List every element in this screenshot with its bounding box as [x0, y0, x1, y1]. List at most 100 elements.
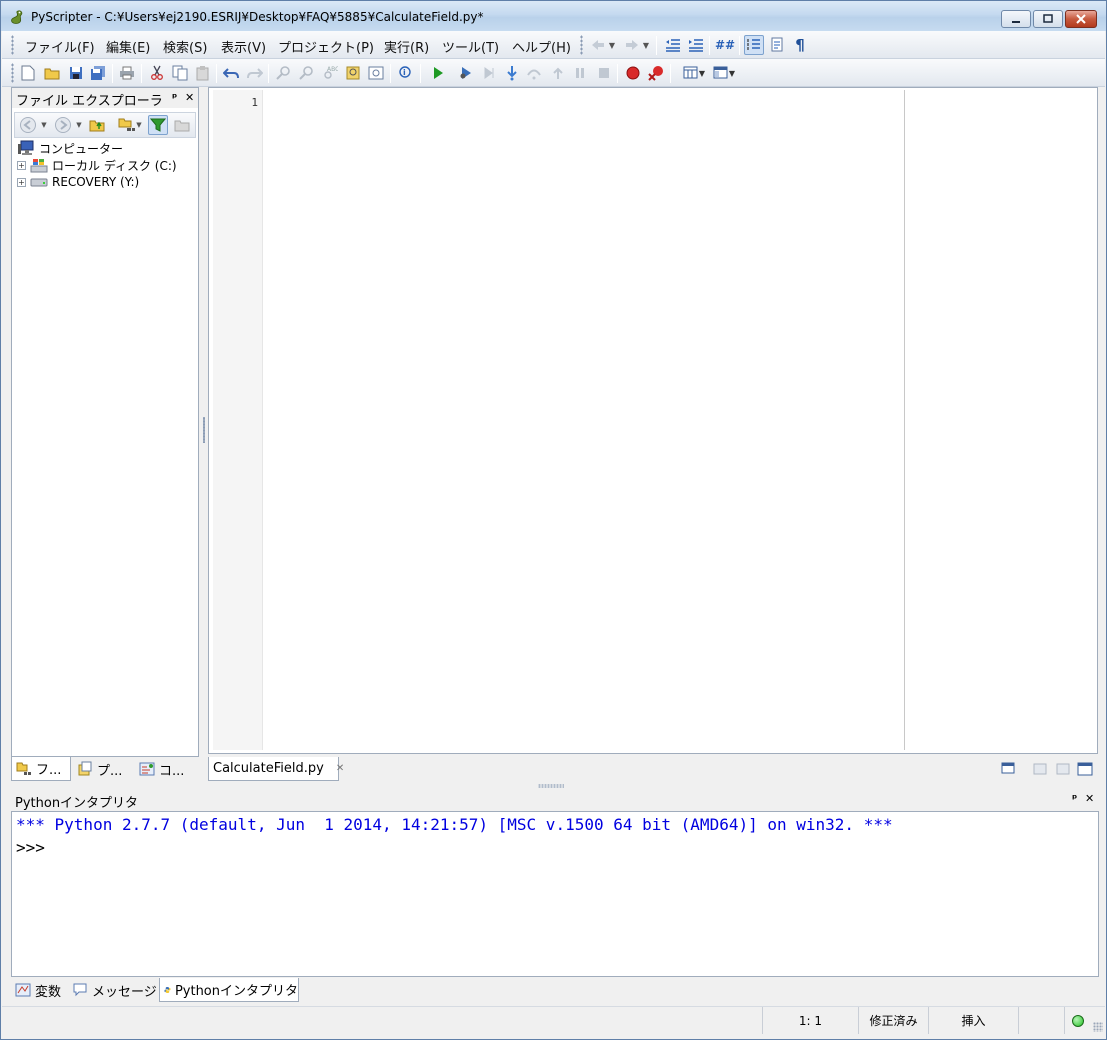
step-into-button[interactable] [502, 63, 522, 83]
menu-view[interactable]: 表示(V) [221, 37, 266, 56]
expand-icon[interactable]: + [17, 160, 26, 170]
chevron-down-icon[interactable]: ▼ [727, 63, 737, 83]
horizontal-splitter[interactable] [538, 784, 564, 788]
run-to-cursor-button[interactable] [480, 63, 500, 83]
pin-icon[interactable]: ᵖ [1072, 792, 1077, 805]
comment-toggle-button[interactable]: ## [715, 35, 735, 55]
tab-variables[interactable]: 変数 [11, 978, 67, 1002]
play-icon [434, 67, 443, 79]
undo-icon [223, 68, 239, 79]
python-syntax-check-button[interactable]: i [396, 63, 416, 83]
variables-icon [15, 983, 31, 997]
chevron-down-icon[interactable]: ▼ [640, 35, 652, 55]
tab-nav-right-button[interactable] [1053, 759, 1073, 779]
toolbar-grip[interactable] [11, 63, 14, 83]
document-wrap-icon [771, 37, 783, 52]
paste-button[interactable] [193, 63, 213, 83]
interpreter-console[interactable]: *** Python 2.7.7 (default, Jun 1 2014, 1… [11, 811, 1099, 977]
menu-project[interactable]: プロジェクト(P) [278, 37, 374, 56]
undo-button[interactable] [221, 63, 241, 83]
tab-python-interpreter[interactable]: Pythonインタプリタ [159, 978, 299, 1002]
tree-node-recovery[interactable]: + RECOVERY (Y:) [17, 173, 139, 191]
find-button[interactable] [274, 63, 294, 83]
file-explorer-tab-icon [16, 762, 31, 775]
forward-button[interactable] [622, 35, 642, 55]
tab-file-explorer[interactable]: フ... [11, 757, 71, 781]
tree-node-local-disk[interactable]: + ローカル ディスク (C:) [17, 156, 177, 174]
save-all-button[interactable] [88, 63, 108, 83]
close-editor-button[interactable] [1075, 759, 1095, 779]
menu-search[interactable]: 検索(S) [163, 37, 207, 56]
unindent-button[interactable] [663, 35, 683, 55]
close-window-button[interactable] [1065, 10, 1097, 28]
stop-button[interactable] [594, 63, 614, 83]
tab-nav-right-icon [1056, 763, 1070, 775]
menu-edit[interactable]: 編集(E) [106, 37, 150, 56]
step-out-button[interactable] [548, 63, 568, 83]
minimize-button[interactable] [1001, 10, 1031, 28]
chevron-down-icon[interactable]: ▼ [606, 35, 618, 55]
menu-file[interactable]: ファイル(F) [25, 37, 95, 56]
toggle-breakpoint-button[interactable] [623, 63, 643, 83]
close-panel-icon[interactable]: ✕ [1085, 792, 1094, 805]
find-in-files-button[interactable] [343, 63, 363, 83]
maximize-button[interactable] [1033, 10, 1063, 28]
close-tab-icon[interactable]: ✕ [336, 763, 344, 774]
tree-node-computer[interactable]: コンピューター [17, 139, 123, 157]
menu-help[interactable]: ヘルプ(H) [512, 37, 571, 56]
chevron-down-icon[interactable]: ▼ [697, 63, 707, 83]
tab-project-explorer[interactable]: プ... [73, 757, 133, 781]
pin-icon[interactable]: ᵖ [172, 91, 177, 104]
replace-button[interactable]: ABC [320, 63, 340, 83]
resize-grip[interactable] [1093, 1022, 1103, 1032]
arrow-right-icon [626, 40, 638, 50]
pause-button[interactable] [570, 63, 590, 83]
chevron-down-icon[interactable]: ▼ [134, 115, 144, 135]
file-explorer-header: ファイル エクスプローラ ᵖ ✕ [12, 88, 198, 109]
tab-messages[interactable]: メッセージ [68, 978, 158, 1002]
save-button[interactable] [66, 63, 86, 83]
insert-mode-status[interactable]: 挿入 [928, 1007, 1018, 1034]
vertical-splitter[interactable] [201, 87, 207, 757]
svg-text:i: i [403, 68, 406, 77]
explorer-forward-button[interactable] [53, 115, 73, 135]
explorer-up-button[interactable] [87, 115, 107, 135]
find-next-button[interactable] [297, 63, 317, 83]
menu-tools[interactable]: ツール(T) [442, 37, 499, 56]
new-file-button[interactable] [18, 63, 38, 83]
redo-button[interactable] [245, 63, 265, 83]
debug-button[interactable] [456, 63, 476, 83]
copy-button[interactable] [170, 63, 190, 83]
bottom-dock-tabs: 変数 メッセージ Pythonインタプリタ [11, 978, 411, 1002]
chevron-down-icon[interactable]: ▼ [74, 115, 84, 135]
tab-code-explorer[interactable]: コ... [135, 757, 195, 781]
tab-nav-left-button[interactable] [1030, 759, 1050, 779]
indent-button[interactable] [686, 35, 706, 55]
goto-line-button[interactable] [366, 63, 386, 83]
code-editor[interactable]: 1 [208, 87, 1098, 754]
menu-run[interactable]: 実行(R) [384, 37, 429, 56]
tab-editor-file[interactable]: CalculateField.py ✕ [208, 757, 344, 781]
step-over-button[interactable] [524, 63, 544, 83]
explorer-back-button[interactable] [18, 115, 38, 135]
filter-button[interactable] [148, 115, 168, 135]
run-button[interactable] [428, 63, 448, 83]
new-folder-button[interactable] [172, 115, 192, 135]
clear-breakpoints-button[interactable] [646, 63, 666, 83]
back-button[interactable] [588, 35, 608, 55]
document-list-button[interactable] [1000, 759, 1020, 779]
word-wrap-toggle[interactable] [768, 35, 788, 55]
line-numbers-toggle[interactable] [744, 35, 764, 55]
cut-button[interactable] [147, 63, 167, 83]
toolbar-grip[interactable] [11, 35, 14, 55]
toolbar-grip[interactable] [580, 35, 583, 55]
open-file-button[interactable] [42, 63, 62, 83]
chevron-down-icon[interactable]: ▼ [39, 115, 49, 135]
save-icon [70, 67, 82, 79]
close-panel-icon[interactable]: ✕ [185, 91, 194, 104]
show-special-chars-button[interactable]: ¶ [790, 35, 810, 55]
python-check-icon: i [399, 66, 411, 78]
expand-icon[interactable]: + [17, 177, 26, 187]
print-button[interactable] [117, 63, 137, 83]
step-over-icon [527, 69, 541, 80]
